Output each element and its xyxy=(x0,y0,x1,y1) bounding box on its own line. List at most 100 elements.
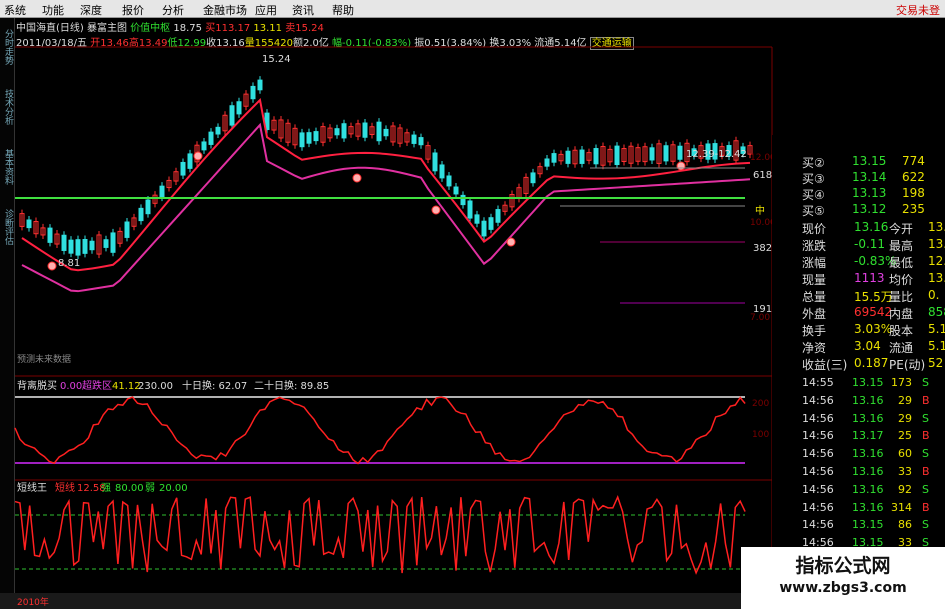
stat-row: 换手 3.03%股本 5.14 xyxy=(772,321,945,338)
tick-time: 14:56 xyxy=(802,482,834,496)
tick-row: 14:56 13.17 25 B xyxy=(772,428,945,444)
tick-row: 14:56 13.16 29 S xyxy=(772,411,945,427)
tick-direction: S xyxy=(922,411,929,425)
stat-label-2: 均价 xyxy=(889,273,914,287)
stat-label: 涨幅 xyxy=(802,256,827,270)
stat-row: 现价 13.16今开 13. xyxy=(772,219,945,236)
stat-label: 总量 xyxy=(802,290,827,304)
tick-price: 13.16 xyxy=(852,465,884,478)
tick-direction: S xyxy=(922,376,929,389)
stat-value-2: 858 xyxy=(928,305,945,319)
tick-price: 13.17 xyxy=(852,429,884,443)
tick-row: 14:56 13.16 29 B xyxy=(772,393,945,409)
stat-value-2: 0. xyxy=(928,288,940,302)
stat-value: 13.16 xyxy=(854,220,889,234)
watermark: 指标公式网 www.zbgs3.com xyxy=(741,547,945,609)
stat-row: 涨幅-0.83%最低12. xyxy=(772,253,945,270)
low-price-label: 8.81 xyxy=(58,258,80,269)
panel1-axis-200: 200 xyxy=(752,399,769,409)
panel1-v1: 0.00 xyxy=(60,381,82,392)
panel1-v1-label: 超跌区 xyxy=(82,379,112,392)
tick-direction: S xyxy=(922,482,929,496)
stat-label-2: 股本 xyxy=(889,324,914,338)
stat-row: 收益(三) 0.187 PE(动) 52 xyxy=(772,355,945,372)
bid-row: 买③ 13.14 622 xyxy=(772,169,945,186)
panel2-weak-label: 弱 xyxy=(145,482,155,494)
bid-price: 13.12 xyxy=(852,202,887,216)
tick-price: 13.16 xyxy=(852,393,884,407)
stat-value: 69542 xyxy=(854,305,893,319)
panel1-title: 背离脱买 xyxy=(17,379,57,392)
bid-volume: 198 xyxy=(902,186,925,200)
tick-volume: 33 xyxy=(898,465,912,478)
tick-volume: 60 xyxy=(898,447,912,461)
stat-value: 1113 xyxy=(854,271,885,285)
bid-row: 买⑤ 13.12 235 xyxy=(772,201,945,218)
tick-time: 14:56 xyxy=(802,393,834,407)
panel2-title: 短线王 xyxy=(17,481,47,494)
axis-price-6: 7.00 xyxy=(750,313,770,323)
stat-value-2: 5.14 xyxy=(928,339,945,353)
tick-volume: 29 xyxy=(898,393,912,407)
tick-time: 14:56 xyxy=(802,411,834,425)
tick-price: 13.16 xyxy=(852,447,884,461)
forecast-label: 预测未来数据 xyxy=(17,353,71,365)
stat-value: 0.187 xyxy=(854,356,889,370)
ma-magenta-line xyxy=(21,122,751,293)
range-label: 12.39-12.42 xyxy=(686,149,747,160)
stat-label-2: 最高 xyxy=(889,239,914,253)
stat-value-2: 52 xyxy=(928,356,944,370)
tick-direction: B xyxy=(922,500,930,514)
fib-label-382: 382 xyxy=(753,243,772,254)
stat-label-2: PE(动) xyxy=(889,358,926,372)
tick-volume: 86 xyxy=(898,518,912,532)
bid-price: 13.13 xyxy=(852,186,887,200)
quote-panel: 买② 13.15 774 买③ 13.14 622 买④ 13.13 198 买⑤ 13.12… xyxy=(772,135,945,593)
signal-dot xyxy=(431,205,441,215)
tick-row: 14:56 13.16 60 S xyxy=(772,446,945,462)
tick-time: 14:56 xyxy=(802,429,834,443)
tick-time: 14:55 xyxy=(802,376,834,389)
tick-time: 14:56 xyxy=(802,465,834,478)
tick-volume: 29 xyxy=(898,411,912,425)
tick-volume: 25 xyxy=(898,429,912,443)
stat-label: 现量 xyxy=(802,273,827,287)
high-price-label: 15.24 xyxy=(262,54,291,65)
stat-value: -0.11 xyxy=(854,237,886,251)
stat-label: 现价 xyxy=(802,222,827,236)
stat-value-2: 12. xyxy=(928,254,945,268)
bid-price: 13.14 xyxy=(852,170,887,184)
tick-volume: 92 xyxy=(898,482,912,496)
stat-value: 3.04 xyxy=(854,339,881,353)
tick-direction: B xyxy=(922,429,930,443)
tick-price: 13.16 xyxy=(852,411,884,425)
stat-label-2: 内盘 xyxy=(889,307,914,321)
tick-price: 13.15 xyxy=(852,518,884,532)
bid-label: 买⑤ xyxy=(802,204,825,218)
panel2-indicator-line xyxy=(14,495,746,575)
panel1-v4: 十日换: 62.07 xyxy=(182,379,247,392)
tick-direction: S xyxy=(922,518,929,532)
panel1-axis-100: 100 xyxy=(752,430,769,440)
stat-value: 15.5万 xyxy=(854,290,893,304)
panel1-v3: 230.00 xyxy=(138,381,173,392)
tick-direction: S xyxy=(922,447,929,461)
signal-dot xyxy=(193,151,203,161)
stat-label: 收益(三) xyxy=(802,358,848,372)
stat-row: 总量 15.5万 量比 0. xyxy=(772,287,945,304)
stat-value-2: 13. xyxy=(928,220,945,234)
year-label: 2010年 xyxy=(17,598,49,608)
stat-label: 外盘 xyxy=(802,307,827,321)
bottom-bar: 2010年 xyxy=(0,593,741,609)
bid-volume: 774 xyxy=(902,154,925,168)
tick-row: 14:56 13.15 86 S xyxy=(772,517,945,533)
tick-volume: 173 xyxy=(891,376,912,389)
stat-label-2: 量比 xyxy=(889,290,914,304)
stat-label-2: 最低 xyxy=(889,256,914,270)
fib-label-618: 618 xyxy=(753,170,772,181)
signal-dot xyxy=(676,161,686,171)
bid-row: 买② 13.15 774 xyxy=(772,153,945,170)
panel2-weak-val: 20.00 xyxy=(159,483,188,494)
bid-row: 买④ 13.13 198 xyxy=(772,185,945,202)
bid-price: 13.15 xyxy=(852,154,887,168)
